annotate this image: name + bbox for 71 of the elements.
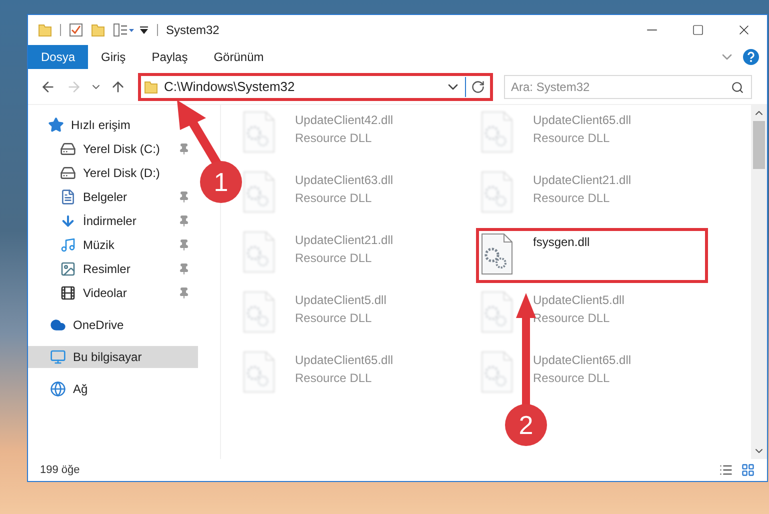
star-icon (48, 117, 64, 133)
pin-icon[interactable] (178, 287, 190, 299)
item-count: 199 öğe (40, 462, 80, 478)
address-bar[interactable]: C:\Windows\System32 (138, 72, 493, 100)
up-icon[interactable] (110, 78, 126, 94)
globe-icon (50, 381, 66, 397)
sidebar-item[interactable]: Müzik (28, 234, 198, 256)
gear-file-icon (481, 291, 513, 333)
file-name[interactable]: fsysgen.dll (533, 233, 590, 251)
ribbon-tab[interactable]: Giriş (88, 45, 139, 69)
file-type: Resource DLL (295, 370, 373, 387)
cloud-icon (50, 317, 66, 333)
ribbon-tab[interactable]: Dosya (28, 45, 88, 69)
details-view-icon[interactable] (719, 463, 733, 477)
checklist-icon[interactable] (69, 23, 83, 37)
sidebar-item[interactable]: Ağ (28, 378, 198, 400)
file-type: Resource DLL (295, 310, 373, 327)
file-type: Resource DLL (295, 190, 373, 207)
ribbon-tab[interactable]: Paylaş (138, 45, 201, 69)
drive-icon (60, 141, 76, 157)
file-type: Resource DLL (533, 310, 611, 327)
large-icons-view-icon[interactable] (741, 463, 755, 477)
properties-icon[interactable] (113, 23, 135, 37)
sidebar-item[interactable]: Belgeler (28, 186, 198, 208)
sidebar-item[interactable]: Bu bilgisayar (28, 346, 198, 368)
address-path: C:\Windows\System32 (164, 78, 296, 96)
sidebar-item[interactable]: İndirmeler (28, 210, 198, 232)
sidebar-item[interactable]: Resimler (28, 258, 198, 280)
gear-file-icon (243, 171, 275, 213)
back-icon[interactable] (40, 78, 56, 94)
pin-icon[interactable] (178, 239, 190, 251)
pin-icon[interactable] (178, 215, 190, 227)
file-type: Resource DLL (295, 250, 373, 267)
pin-icon[interactable] (178, 143, 190, 155)
help-icon[interactable] (743, 49, 759, 65)
sidebar-item[interactable]: Yerel Disk (D:) (28, 162, 198, 184)
file-type: Resource DLL (533, 190, 611, 207)
search-field[interactable]: Ara: System32 (504, 74, 752, 98)
gear-file-icon (243, 351, 275, 393)
sidebar-item[interactable]: Hızlı erişim (28, 114, 168, 136)
sidebar-item[interactable]: Yerel Disk (C:) (28, 138, 198, 160)
gear-file-icon (243, 291, 275, 333)
sidebar-item[interactable]: Videolar (28, 282, 198, 304)
folder-icon (144, 80, 158, 94)
monitor-icon (50, 349, 66, 365)
maximize-icon[interactable] (692, 24, 704, 36)
ribbon-tab[interactable]: Görünüm (200, 45, 277, 69)
file-type: Resource DLL (295, 130, 373, 147)
gear-file-icon (243, 231, 275, 273)
refresh-icon[interactable] (471, 80, 485, 94)
pin-icon[interactable] (178, 263, 190, 275)
download-icon (60, 213, 76, 229)
sidebar-item[interactable]: OneDrive (28, 314, 198, 336)
gear-file-icon (481, 233, 513, 275)
window-title: System32 (166, 22, 220, 39)
film-icon (60, 285, 76, 301)
file-type: Resource DLL (533, 130, 611, 147)
gear-file-icon (243, 111, 275, 153)
scroll-thumb[interactable] (753, 121, 765, 169)
document-icon (60, 189, 76, 205)
music-note-icon (60, 237, 76, 253)
picture-icon (60, 261, 76, 277)
scrollbar[interactable] (751, 105, 767, 459)
customize-caret-icon[interactable] (139, 24, 149, 36)
search-icon[interactable] (731, 80, 744, 94)
drive-icon (60, 165, 76, 181)
gear-file-icon (481, 111, 513, 153)
pin-icon[interactable] (178, 191, 190, 203)
gear-file-icon (481, 351, 513, 393)
gear-file-icon (481, 171, 513, 213)
file-type: Resource DLL (533, 370, 611, 387)
